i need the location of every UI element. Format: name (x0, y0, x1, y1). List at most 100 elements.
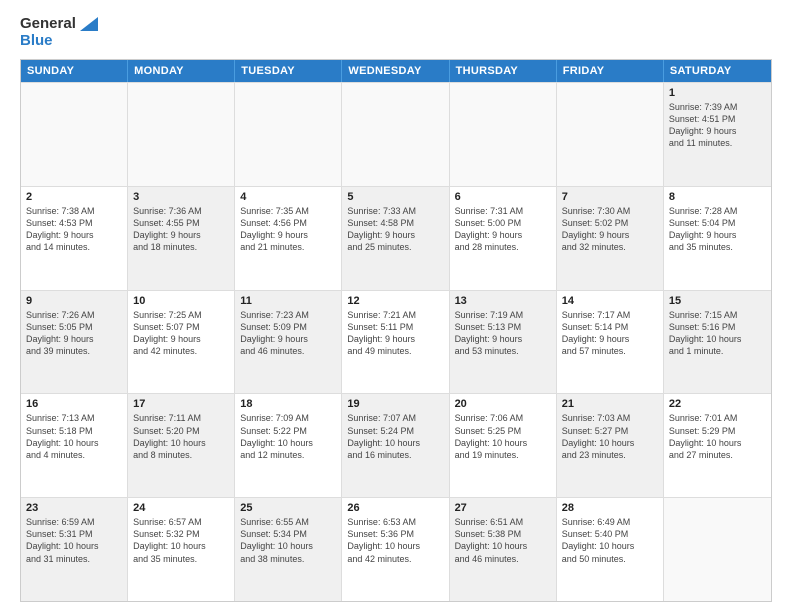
calendar-cell: 21Sunrise: 7:03 AM Sunset: 5:27 PM Dayli… (557, 394, 664, 497)
day-number: 27 (455, 502, 551, 514)
calendar-cell: 14 Sunrise: 7:17 AM Sunset: 5:14 PM Dayli… (557, 291, 664, 394)
day-info: Sunrise: 7:39 AM Sunset: 4:51 PM Dayligh… (669, 101, 766, 150)
calendar-cell: 15 Sunrise: 7:15 AM Sunset: 5:16 PM Dayli… (664, 291, 771, 394)
calendar-cell: 4 Sunrise: 7:35 AM Sunset: 4:56 PM Daylig… (235, 187, 342, 290)
day-number: 20 (455, 398, 551, 410)
day-info: Sunrise: 6:55 AM Sunset: 5:34 PM Dayligh… (240, 516, 336, 565)
calendar: SundayMondayTuesdayWednesdayThursdayFrid… (20, 59, 772, 602)
day-info: Sunrise: 7:19 AM Sunset: 5:13 PM Dayligh… (455, 309, 551, 358)
day-number: 18 (240, 398, 336, 410)
day-info: Sunrise: 7:06 AM Sunset: 5:25 PM Dayligh… (455, 412, 551, 461)
day-info: Sunrise: 7:21 AM Sunset: 5:11 PM Dayligh… (347, 309, 443, 358)
calendar-cell (128, 83, 235, 186)
calendar-week-5: 23 Sunrise: 6:59 AM Sunset: 5:31 PM Dayli… (21, 497, 771, 601)
calendar-cell: 11Sunrise: 7:23 AM Sunset: 5:09 PM Dayli… (235, 291, 342, 394)
day-info: Sunrise: 7:17 AM Sunset: 5:14 PM Dayligh… (562, 309, 658, 358)
calendar-cell (21, 83, 128, 186)
day-number: 28 (562, 502, 658, 514)
day-number: 23 (26, 502, 122, 514)
day-info: Sunrise: 7:31 AM Sunset: 5:00 PM Dayligh… (455, 205, 551, 254)
calendar-cell: 16 Sunrise: 7:13 AM Sunset: 5:18 PM Dayli… (21, 394, 128, 497)
header-cell-tuesday: Tuesday (235, 60, 342, 82)
day-number: 1 (669, 87, 766, 99)
day-info: Sunrise: 6:51 AM Sunset: 5:38 PM Dayligh… (455, 516, 551, 565)
calendar-cell: 19 Sunrise: 7:07 AM Sunset: 5:24 PM Dayli… (342, 394, 449, 497)
day-number: 5 (347, 191, 443, 203)
day-number: 14 (562, 295, 658, 307)
calendar-cell: 17 Sunrise: 7:11 AM Sunset: 5:20 PM Dayli… (128, 394, 235, 497)
logo: General Blue (20, 16, 98, 49)
calendar-cell: 5 Sunrise: 7:33 AM Sunset: 4:58 PM Daylig… (342, 187, 449, 290)
calendar-cell (342, 83, 449, 186)
header-cell-saturday: Saturday (664, 60, 771, 82)
calendar-cell: 12 Sunrise: 7:21 AM Sunset: 5:11 PM Dayli… (342, 291, 449, 394)
day-number: 4 (240, 191, 336, 203)
day-number: 25 (240, 502, 336, 514)
day-info: Sunrise: 7:13 AM Sunset: 5:18 PM Dayligh… (26, 412, 122, 461)
day-info: Sunrise: 7:26 AM Sunset: 5:05 PM Dayligh… (26, 309, 122, 358)
day-number: 21 (562, 398, 658, 410)
day-info: Sunrise: 7:35 AM Sunset: 4:56 PM Dayligh… (240, 205, 336, 254)
calendar-week-2: 2Sunrise: 7:38 AM Sunset: 4:53 PM Daylig… (21, 186, 771, 290)
day-info: Sunrise: 6:59 AM Sunset: 5:31 PM Dayligh… (26, 516, 122, 565)
day-number: 6 (455, 191, 551, 203)
calendar-week-4: 16 Sunrise: 7:13 AM Sunset: 5:18 PM Dayli… (21, 393, 771, 497)
day-number: 26 (347, 502, 443, 514)
calendar-cell: 23 Sunrise: 6:59 AM Sunset: 5:31 PM Dayli… (21, 498, 128, 601)
day-number: 12 (347, 295, 443, 307)
header-cell-monday: Monday (128, 60, 235, 82)
calendar-cell: 18 Sunrise: 7:09 AM Sunset: 5:22 PM Dayli… (235, 394, 342, 497)
calendar-cell: 26 Sunrise: 6:53 AM Sunset: 5:36 PM Dayli… (342, 498, 449, 601)
day-info: Sunrise: 7:07 AM Sunset: 5:24 PM Dayligh… (347, 412, 443, 461)
day-info: Sunrise: 7:33 AM Sunset: 4:58 PM Dayligh… (347, 205, 443, 254)
day-number: 7 (562, 191, 658, 203)
calendar-cell: 1 Sunrise: 7:39 AM Sunset: 4:51 PM Daylig… (664, 83, 771, 186)
day-info: Sunrise: 7:23 AM Sunset: 5:09 PM Dayligh… (240, 309, 336, 358)
day-number: 3 (133, 191, 229, 203)
day-info: Sunrise: 7:25 AM Sunset: 5:07 PM Dayligh… (133, 309, 229, 358)
day-info: Sunrise: 6:49 AM Sunset: 5:40 PM Dayligh… (562, 516, 658, 565)
calendar-cell: 20 Sunrise: 7:06 AM Sunset: 5:25 PM Dayli… (450, 394, 557, 497)
calendar-cell: 24 Sunrise: 6:57 AM Sunset: 5:32 PM Dayli… (128, 498, 235, 601)
day-info: Sunrise: 7:01 AM Sunset: 5:29 PM Dayligh… (669, 412, 766, 461)
calendar-cell: 7 Sunrise: 7:30 AM Sunset: 5:02 PM Daylig… (557, 187, 664, 290)
calendar-cell: 27 Sunrise: 6:51 AM Sunset: 5:38 PM Dayli… (450, 498, 557, 601)
calendar-cell: 3Sunrise: 7:36 AM Sunset: 4:55 PM Daylig… (128, 187, 235, 290)
calendar-cell: 8Sunrise: 7:28 AM Sunset: 5:04 PM Daylig… (664, 187, 771, 290)
calendar-cell: 25 Sunrise: 6:55 AM Sunset: 5:34 PM Dayli… (235, 498, 342, 601)
calendar-cell (235, 83, 342, 186)
calendar-week-3: 9 Sunrise: 7:26 AM Sunset: 5:05 PM Daylig… (21, 290, 771, 394)
day-info: Sunrise: 7:28 AM Sunset: 5:04 PM Dayligh… (669, 205, 766, 254)
header-cell-sunday: Sunday (21, 60, 128, 82)
calendar-cell: 28 Sunrise: 6:49 AM Sunset: 5:40 PM Dayli… (557, 498, 664, 601)
day-number: 19 (347, 398, 443, 410)
day-number: 24 (133, 502, 229, 514)
calendar-cell (664, 498, 771, 601)
day-number: 16 (26, 398, 122, 410)
calendar-cell: 6 Sunrise: 7:31 AM Sunset: 5:00 PM Daylig… (450, 187, 557, 290)
calendar-cell: 13Sunrise: 7:19 AM Sunset: 5:13 PM Dayli… (450, 291, 557, 394)
day-info: Sunrise: 7:30 AM Sunset: 5:02 PM Dayligh… (562, 205, 658, 254)
calendar-cell: 2Sunrise: 7:38 AM Sunset: 4:53 PM Daylig… (21, 187, 128, 290)
day-info: Sunrise: 7:09 AM Sunset: 5:22 PM Dayligh… (240, 412, 336, 461)
calendar-cell: 22Sunrise: 7:01 AM Sunset: 5:29 PM Dayli… (664, 394, 771, 497)
calendar-cell: 9 Sunrise: 7:26 AM Sunset: 5:05 PM Daylig… (21, 291, 128, 394)
calendar-cell (557, 83, 664, 186)
day-number: 17 (133, 398, 229, 410)
header-cell-wednesday: Wednesday (342, 60, 449, 82)
calendar-week-1: 1 Sunrise: 7:39 AM Sunset: 4:51 PM Daylig… (21, 82, 771, 186)
calendar-body: 1 Sunrise: 7:39 AM Sunset: 4:51 PM Daylig… (21, 82, 771, 601)
day-info: Sunrise: 6:53 AM Sunset: 5:36 PM Dayligh… (347, 516, 443, 565)
day-info: Sunrise: 6:57 AM Sunset: 5:32 PM Dayligh… (133, 516, 229, 565)
day-number: 15 (669, 295, 766, 307)
day-number: 2 (26, 191, 122, 203)
day-info: Sunrise: 7:15 AM Sunset: 5:16 PM Dayligh… (669, 309, 766, 358)
page-header: General Blue (20, 16, 772, 49)
calendar-header: SundayMondayTuesdayWednesdayThursdayFrid… (21, 60, 771, 82)
calendar-cell: 10Sunrise: 7:25 AM Sunset: 5:07 PM Dayli… (128, 291, 235, 394)
header-cell-friday: Friday (557, 60, 664, 82)
day-info: Sunrise: 7:11 AM Sunset: 5:20 PM Dayligh… (133, 412, 229, 461)
day-number: 9 (26, 295, 122, 307)
header-cell-thursday: Thursday (450, 60, 557, 82)
calendar-cell (450, 83, 557, 186)
